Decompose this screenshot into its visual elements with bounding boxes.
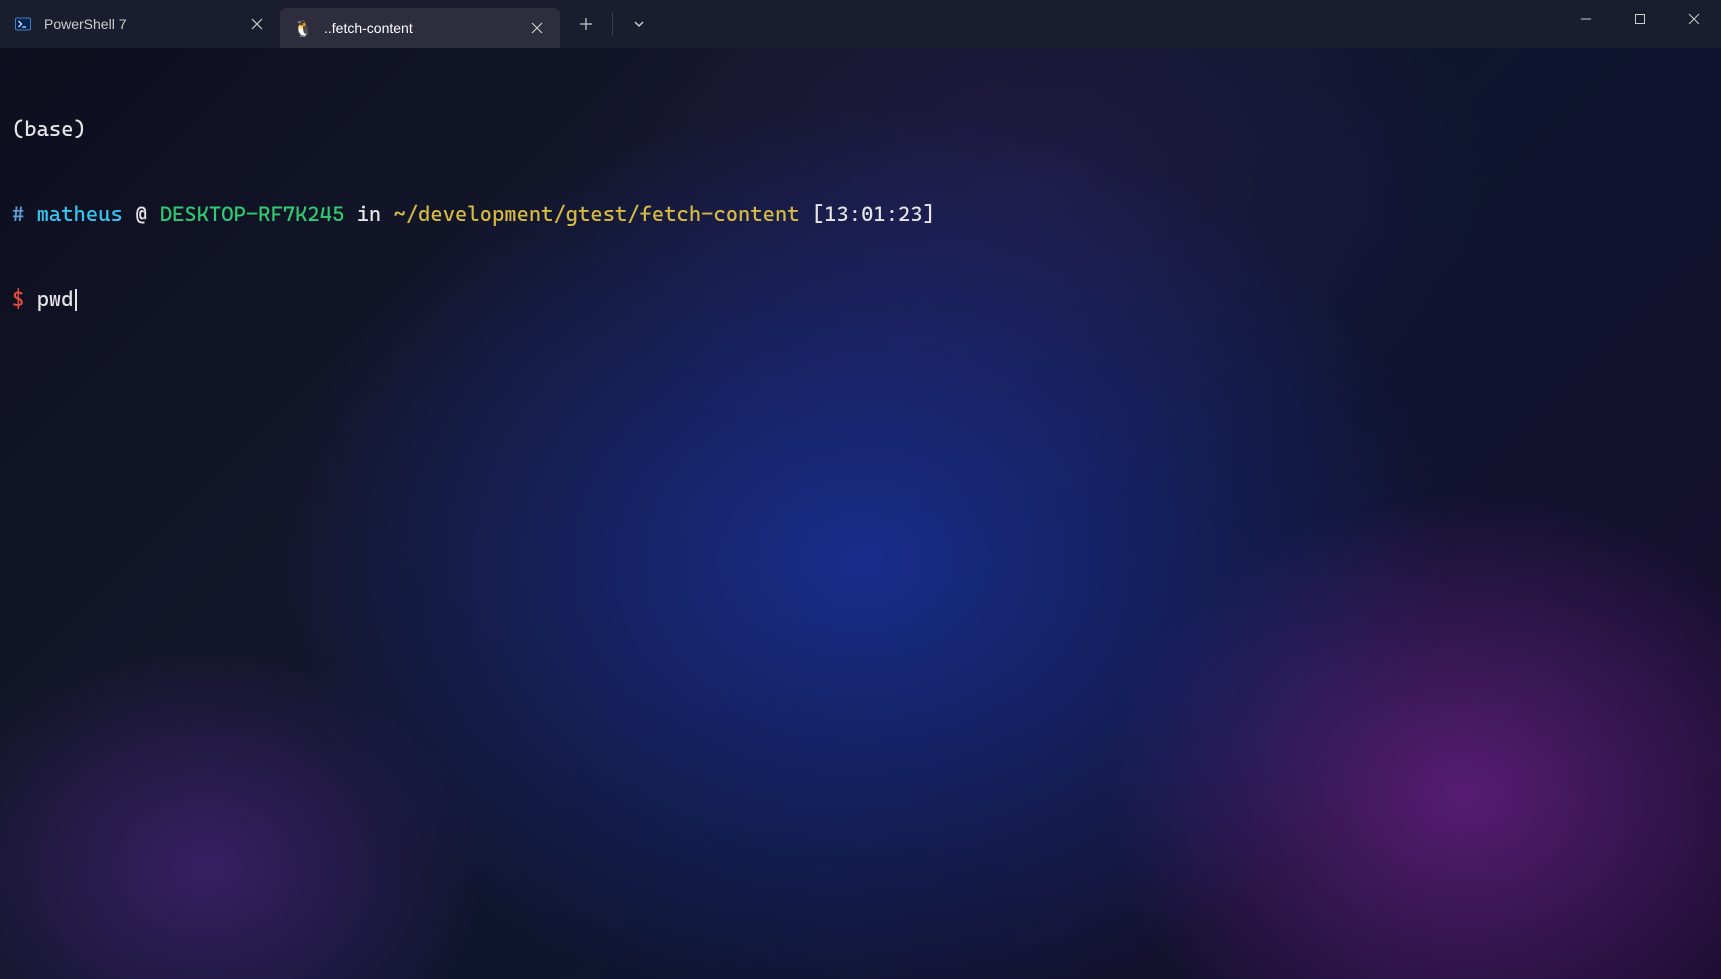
command-input: pwd bbox=[37, 287, 74, 311]
powershell-icon bbox=[14, 15, 32, 33]
minimize-button[interactable] bbox=[1559, 0, 1613, 38]
cursor bbox=[75, 289, 77, 311]
tab-title: PowerShell 7 bbox=[44, 16, 236, 32]
tabs-container: PowerShell 7 🐧 ..fetch-content bbox=[0, 0, 657, 48]
tab-title: ..fetch-content bbox=[324, 20, 516, 36]
close-button[interactable] bbox=[1667, 0, 1721, 38]
new-tab-button[interactable] bbox=[568, 6, 604, 42]
prompt-timestamp: [13:01:23] bbox=[812, 202, 935, 226]
titlebar: PowerShell 7 🐧 ..fetch-content bbox=[0, 0, 1721, 48]
terminal-content[interactable]: (base) # matheus @ DESKTOP-RF7K245 in ~/… bbox=[0, 48, 1721, 979]
env-indicator: (base) bbox=[12, 117, 86, 141]
tab-powershell[interactable]: PowerShell 7 bbox=[0, 4, 280, 44]
prompt-at: @ bbox=[135, 202, 147, 226]
tab-dropdown-button[interactable] bbox=[621, 6, 657, 42]
tab-close-button[interactable] bbox=[528, 19, 546, 37]
divider bbox=[612, 12, 613, 36]
maximize-button[interactable] bbox=[1613, 0, 1667, 38]
terminal-text: (base) # matheus @ DESKTOP-RF7K245 in ~/… bbox=[0, 48, 1721, 380]
prompt-hash: # bbox=[12, 202, 24, 226]
tux-icon: 🐧 bbox=[294, 19, 312, 37]
prompt-in: in bbox=[357, 202, 382, 226]
tab-actions bbox=[568, 6, 657, 42]
tab-close-button[interactable] bbox=[248, 15, 266, 33]
tab-fetch-content[interactable]: 🐧 ..fetch-content bbox=[280, 8, 560, 48]
prompt-hostname: DESKTOP-RF7K245 bbox=[160, 202, 345, 226]
prompt-path: ~/development/gtest/fetch-content bbox=[394, 202, 800, 226]
prompt-username: matheus bbox=[37, 202, 123, 226]
window-controls bbox=[1559, 0, 1721, 48]
prompt-symbol: $ bbox=[12, 287, 24, 311]
